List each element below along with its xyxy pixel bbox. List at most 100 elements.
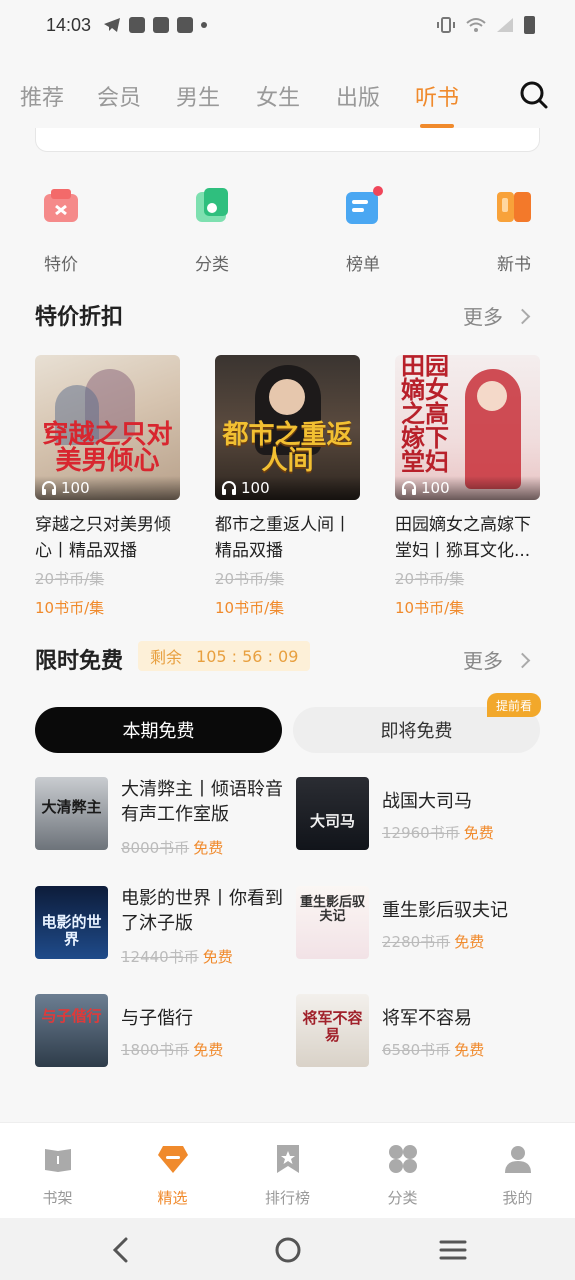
- app-notification-icon: [177, 17, 194, 33]
- more-label: 更多: [463, 649, 503, 673]
- original-price: 8000书币: [121, 839, 190, 857]
- book-price: 8000书币 免费: [121, 837, 223, 858]
- free-book-item[interactable]: 大清弊主 大清弊主丨倾语聆音有声工作室版 8000书币 免费: [35, 777, 285, 857]
- quick-nav-label: 新书: [497, 255, 531, 275]
- chevron-right-icon: [514, 652, 531, 669]
- nav-category[interactable]: 分类: [345, 1123, 460, 1218]
- original-price: 20书币/集: [215, 570, 285, 588]
- nav-profile[interactable]: 我的: [460, 1123, 575, 1218]
- cover-title-art: 电影的世界: [41, 913, 102, 948]
- app-notification-icon: [129, 17, 146, 33]
- telegram-icon: [104, 18, 121, 32]
- discount-book-card[interactable]: 田园嫡女之高嫁下堂妇 100 田园嫡女之高嫁下堂妇丨猕耳文化... 20书币/集…: [395, 355, 540, 618]
- countdown-timer: 剩余 105 : 56 : 09: [138, 641, 311, 671]
- original-price: 6580书币: [382, 1041, 451, 1059]
- tab-vip[interactable]: 会员: [97, 80, 141, 112]
- nav-label: 书架: [42, 1189, 73, 1207]
- free-book-item[interactable]: 将军不容易 将军不容易 6580书币 免费: [296, 994, 546, 1068]
- quick-nav-label: 特价: [44, 255, 78, 275]
- book-title: 大清弊主丨倾语聆音有声工作室版: [121, 779, 283, 825]
- nav-ranking[interactable]: 排行榜: [230, 1123, 345, 1218]
- original-price: 1800书币: [121, 1041, 190, 1059]
- book-cover: 大司马: [296, 777, 369, 850]
- tab-male[interactable]: 男生: [176, 80, 220, 112]
- cover-title-art: 大司马: [309, 812, 355, 830]
- headphones-icon: [402, 481, 416, 495]
- cover-title-art: 田园嫡女之高嫁下堂妇: [401, 355, 449, 476]
- quick-nav-special-price[interactable]: 特价: [21, 180, 101, 275]
- recents-menu-icon[interactable]: [439, 1236, 467, 1264]
- tab-current-free[interactable]: 本期免费: [35, 707, 282, 753]
- original-price: 2280书币: [382, 933, 451, 951]
- book-cover: 都市之重返人间 100: [215, 355, 360, 500]
- tab-recommend[interactable]: 推荐: [20, 80, 64, 112]
- listen-count: 100: [35, 476, 180, 500]
- discount-price: 10书币/集: [35, 599, 105, 617]
- book-cover: 田园嫡女之高嫁下堂妇 100: [395, 355, 540, 500]
- nav-bookshelf[interactable]: 书架: [0, 1123, 115, 1218]
- book-price: 6580书币 免费: [382, 1039, 484, 1060]
- book-cover: 穿越之只对美男倾心 100: [35, 355, 180, 500]
- free-book-item[interactable]: 与子偕行 与子偕行 1800书币 免费: [35, 994, 285, 1068]
- book-title: 电影的世界丨你看到了沐子版: [121, 888, 283, 934]
- quick-nav-new-books[interactable]: 新书: [474, 180, 554, 275]
- original-price: 12440书币: [121, 948, 199, 966]
- discount-price: 10书币/集: [215, 599, 285, 617]
- cover-title-art: 将军不容易: [302, 1009, 363, 1044]
- quick-nav-category[interactable]: 分类: [172, 180, 252, 275]
- category-icon: [196, 188, 228, 222]
- quick-nav: 特价 分类 榜单 新书: [0, 180, 575, 280]
- banner-card-edge: [35, 128, 540, 152]
- headphones-icon: [222, 481, 236, 495]
- battery-icon: [524, 16, 535, 34]
- system-navigation-bar: [0, 1218, 575, 1280]
- more-notifications-icon: [201, 22, 208, 28]
- book-cover: 将军不容易: [296, 994, 369, 1067]
- countdown-label: 剩余: [150, 648, 183, 667]
- nav-label: 分类: [387, 1189, 418, 1207]
- chevron-right-icon: [514, 308, 531, 325]
- discount-book-card[interactable]: 都市之重返人间 100 都市之重返人间丨精品双播 20书币/集 10书币/集: [215, 355, 360, 618]
- book-title: 重生影后驭夫记: [382, 900, 508, 921]
- free-label: 免费: [463, 824, 494, 842]
- back-icon[interactable]: [108, 1236, 136, 1264]
- early-access-badge: 提前看: [487, 693, 542, 717]
- book-title: 战国大司马: [382, 791, 472, 812]
- tab-audiobook[interactable]: 听书: [415, 80, 459, 112]
- quick-nav-ranking[interactable]: 榜单: [323, 180, 403, 275]
- tab-publish[interactable]: 出版: [336, 80, 380, 112]
- status-time: 14:03: [46, 14, 92, 35]
- free-label: 免费: [454, 933, 485, 951]
- book-title: 都市之重返人间丨精品双播: [215, 515, 351, 561]
- countdown-time: 105 : 56 : 09: [196, 646, 299, 666]
- listen-count: 100: [395, 476, 540, 500]
- free-book-item[interactable]: 重生影后驭夫记 重生影后驭夫记 2280书币 免费: [296, 886, 546, 960]
- tab-female[interactable]: 女生: [256, 80, 300, 112]
- price-tag-icon: [44, 189, 78, 222]
- vibrate-icon: [437, 17, 455, 33]
- ranking-bookmark-icon: [276, 1145, 299, 1173]
- original-price: 20书币/集: [35, 570, 105, 588]
- free-book-item[interactable]: 电影的世界 电影的世界丨你看到了沐子版 12440书币 免费: [35, 886, 285, 966]
- discount-more-link[interactable]: 更多: [463, 301, 531, 330]
- free-book-item[interactable]: 大司马 战国大司马 12960书币 免费: [296, 777, 546, 851]
- free-more-link[interactable]: 更多: [463, 645, 531, 674]
- search-icon[interactable]: [519, 80, 549, 110]
- free-label: 免费: [454, 1041, 485, 1059]
- home-icon[interactable]: [274, 1236, 302, 1264]
- featured-icon: [157, 1146, 188, 1173]
- book-price: 1800书币 免费: [121, 1039, 223, 1060]
- headphones-icon: [42, 481, 56, 495]
- nav-featured[interactable]: 精选: [115, 1123, 230, 1218]
- book-cover: 大清弊主: [35, 777, 108, 850]
- book-cover: 重生影后驭夫记: [296, 886, 369, 959]
- book-price: 12960书币 免费: [382, 822, 494, 843]
- top-tab-bar: 推荐 会员 男生 女生 出版 听书: [0, 70, 575, 130]
- free-label: 免费: [202, 948, 233, 966]
- cover-title-art: 穿越之只对美男倾心: [42, 420, 173, 476]
- cover-title-art: 大清弊主: [41, 798, 102, 816]
- original-price: 12960书币: [382, 824, 460, 842]
- cover-title-art: 都市之重返人间: [222, 420, 353, 476]
- free-label: 免费: [193, 1041, 224, 1059]
- discount-book-card[interactable]: 穿越之只对美男倾心 100 穿越之只对美男倾心丨精品双播 20书币/集 10书币…: [35, 355, 180, 618]
